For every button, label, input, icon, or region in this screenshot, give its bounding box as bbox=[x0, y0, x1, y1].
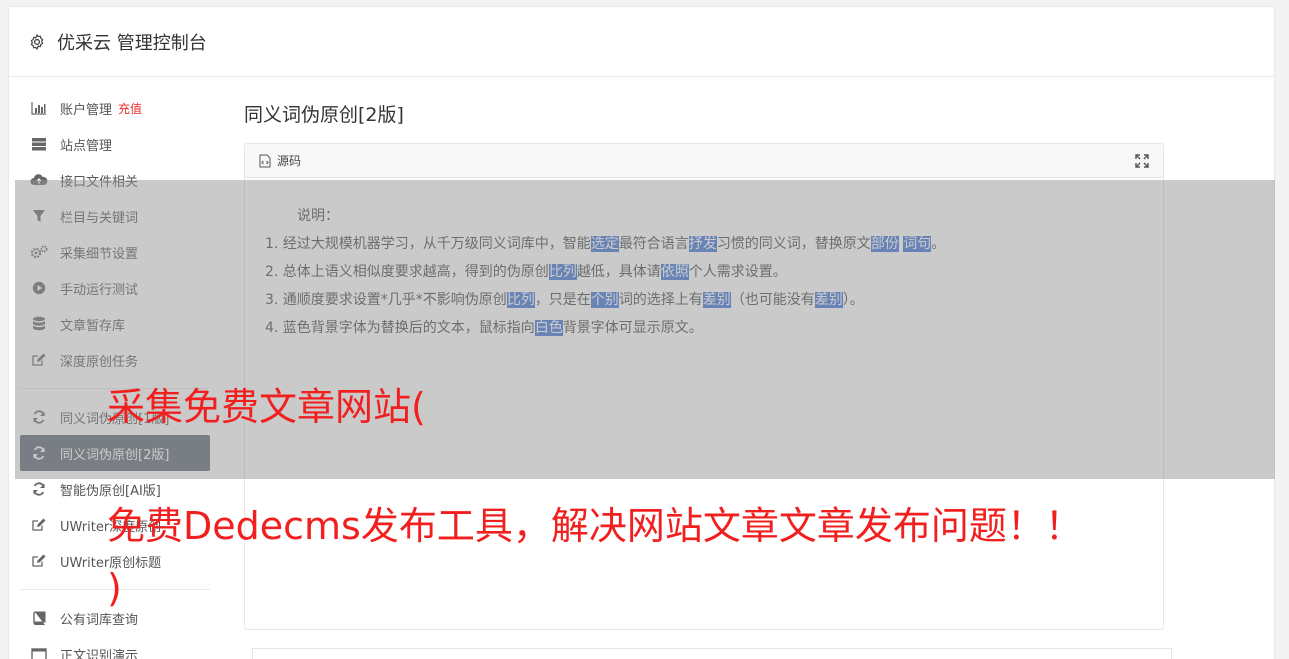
panel-header: 优采云 管理控制台 bbox=[9, 7, 1274, 77]
sidebar-item-0[interactable]: 账户管理 充值 bbox=[20, 90, 210, 126]
secondary-editor[interactable] bbox=[252, 648, 1172, 659]
sidebar-item-label: 正文识别演示 bbox=[60, 648, 139, 659]
source-button[interactable]: 源码 bbox=[277, 152, 301, 169]
window-icon bbox=[30, 646, 48, 659]
sidebar-item-1[interactable]: 站点管理 bbox=[20, 126, 210, 162]
sidebar-item-14[interactable]: 正文识别演示 bbox=[20, 636, 210, 659]
edit-icon bbox=[30, 553, 48, 569]
sidebar-item-label: 智能伪原创[AI版] bbox=[60, 483, 161, 499]
fullscreen-icon[interactable] bbox=[1135, 154, 1149, 168]
book-icon bbox=[30, 610, 48, 626]
page-title: 优采云 管理控制台 bbox=[57, 32, 207, 54]
section-heading: 同义词伪原创[2版] bbox=[244, 104, 404, 126]
sidebar-item-label: 公有词库查询 bbox=[60, 612, 139, 628]
gray-overlay bbox=[15, 180, 1275, 479]
server-icon bbox=[30, 136, 48, 152]
sidebar-item-label: 站点管理 bbox=[60, 138, 113, 154]
gear-icon bbox=[27, 32, 47, 52]
sidebar-item-label: 账户管理 bbox=[60, 102, 113, 118]
source-code-icon[interactable] bbox=[259, 154, 271, 168]
bar-chart-icon bbox=[30, 100, 48, 116]
watermark-line-3: ) bbox=[107, 566, 122, 610]
watermark-line-1: 采集免费文章网站( bbox=[107, 385, 426, 429]
refresh-icon bbox=[30, 481, 48, 497]
recharge-link[interactable]: 充值 bbox=[118, 100, 142, 117]
watermark-line-2: 免费Dedecms发布工具，解决网站文章文章发布问题！！ bbox=[107, 504, 1083, 548]
editor-toolbar: 源码 bbox=[245, 144, 1163, 178]
edit-icon bbox=[30, 517, 48, 533]
